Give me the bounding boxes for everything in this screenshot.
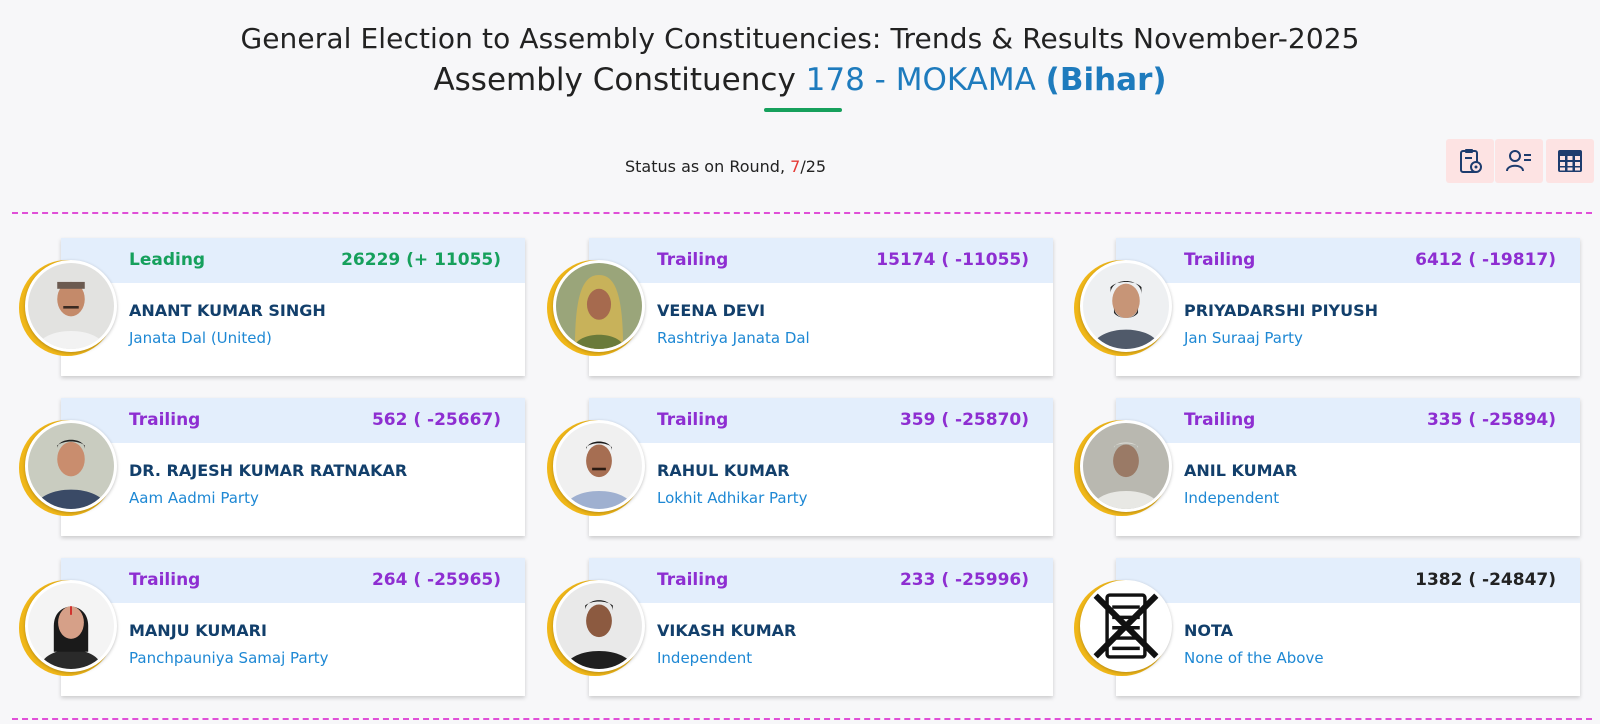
candidate-votes: 264 ( -25965) bbox=[371, 570, 501, 590]
card-body: Trailing 335 ( -25894) ANIL KUMAR Indepe… bbox=[1116, 398, 1580, 536]
candidate-party: Independent bbox=[657, 649, 753, 667]
candidate-photo bbox=[25, 260, 117, 352]
clipboard-settings-button[interactable] bbox=[1446, 139, 1494, 183]
card-body: Trailing 359 ( -25870) RAHUL KUMAR Lokhi… bbox=[589, 398, 1053, 536]
candidate-photo bbox=[25, 420, 117, 512]
candidate-name: MANJU KUMARI bbox=[129, 621, 267, 640]
card-body: Trailing 233 ( -25996) VIKASH KUMAR Inde… bbox=[589, 558, 1053, 696]
title-underline bbox=[764, 108, 842, 112]
candidate-photo bbox=[553, 260, 645, 352]
candidate-status: Trailing bbox=[657, 250, 729, 270]
candidate-name: ANIL KUMAR bbox=[1184, 461, 1298, 480]
candidate-name: DR. RAJESH KUMAR RATNAKAR bbox=[129, 461, 408, 480]
candidate-votes: 6412 ( -19817) bbox=[1415, 250, 1556, 270]
total-rounds: 25 bbox=[805, 157, 827, 176]
candidate-votes: 335 ( -25894) bbox=[1426, 410, 1556, 430]
candidate-votes: 15174 ( -11055) bbox=[876, 250, 1029, 270]
page-title: General Election to Assembly Constituenc… bbox=[240, 22, 1360, 55]
candidate-photo bbox=[553, 580, 645, 672]
nota-symbol-icon bbox=[1080, 580, 1172, 672]
round-status-label: Status as on Round, bbox=[625, 157, 786, 176]
candidate-card[interactable]: Leading 26229 (+ 11055) ANANT KUMAR SING… bbox=[19, 238, 525, 376]
candidate-party: Panchpauniya Samaj Party bbox=[129, 649, 329, 667]
card-body: Trailing 562 ( -25667) DR. RAJESH KUMAR … bbox=[61, 398, 525, 536]
table-view-button[interactable] bbox=[1546, 139, 1594, 183]
candidate-votes: 26229 (+ 11055) bbox=[341, 250, 501, 270]
candidate-card[interactable]: Trailing 359 ( -25870) RAHUL KUMAR Lokhi… bbox=[547, 398, 1053, 536]
candidate-votes: 233 ( -25996) bbox=[899, 570, 1029, 590]
divider-bottom bbox=[12, 718, 1592, 720]
candidate-name: PRIYADARSHI PIYUSH bbox=[1184, 301, 1379, 320]
card-body: Trailing 264 ( -25965) MANJU KUMARI Panc… bbox=[61, 558, 525, 696]
candidate-photo bbox=[1080, 260, 1172, 352]
candidate-party: Rashtriya Janata Dal bbox=[657, 329, 810, 347]
constituency-number-name: 178 - MOKAMA bbox=[805, 62, 1036, 98]
candidate-status: Leading bbox=[129, 250, 206, 270]
candidate-name: VIKASH KUMAR bbox=[657, 621, 797, 640]
candidate-status: Trailing bbox=[129, 410, 201, 430]
candidate-card[interactable]: Trailing 233 ( -25996) VIKASH KUMAR Inde… bbox=[547, 558, 1053, 696]
clipboard-settings-icon bbox=[1460, 149, 1482, 173]
candidate-name: VEENA DEVI bbox=[657, 301, 766, 320]
card-body: 1382 ( -24847) NOTA None of the Above bbox=[1116, 558, 1580, 696]
candidate-party: Janata Dal (United) bbox=[129, 329, 272, 347]
candidate-status: Trailing bbox=[1184, 250, 1256, 270]
candidate-name: ANANT KUMAR SINGH bbox=[129, 301, 326, 320]
candidate-votes: 562 ( -25667) bbox=[371, 410, 501, 430]
candidate-photo bbox=[1080, 420, 1172, 512]
current-round: 7 bbox=[790, 157, 801, 176]
candidate-status: Trailing bbox=[129, 570, 201, 590]
candidate-votes: 1382 ( -24847) bbox=[1415, 570, 1556, 590]
candidate-party: None of the Above bbox=[1184, 649, 1324, 667]
candidate-card[interactable]: Trailing 562 ( -25667) DR. RAJESH KUMAR … bbox=[19, 398, 525, 536]
table-grid-icon bbox=[1558, 150, 1582, 172]
candidate-card-nota[interactable]: 1382 ( -24847) NOTA None of the Above bbox=[1074, 558, 1580, 696]
candidate-name: RAHUL KUMAR bbox=[657, 461, 790, 480]
candidate-party: Independent bbox=[1184, 489, 1280, 507]
constituency-title: Assembly Constituency 178 - MOKAMA (Biha… bbox=[0, 62, 1600, 98]
candidate-photo bbox=[25, 580, 117, 672]
divider-top bbox=[12, 212, 1592, 214]
candidate-status: Trailing bbox=[657, 570, 729, 590]
user-list-button[interactable] bbox=[1495, 139, 1543, 183]
card-body: Trailing 15174 ( -11055) VEENA DEVI Rash… bbox=[589, 238, 1053, 376]
candidate-card[interactable]: Trailing 6412 ( -19817) PRIYADARSHI PIYU… bbox=[1074, 238, 1580, 376]
candidate-card[interactable]: Trailing 15174 ( -11055) VEENA DEVI Rash… bbox=[547, 238, 1053, 376]
candidate-party: Aam Aadmi Party bbox=[129, 489, 259, 507]
user-list-icon bbox=[1506, 150, 1531, 172]
candidate-votes: 359 ( -25870) bbox=[899, 410, 1029, 430]
state-name: (Bihar) bbox=[1045, 62, 1167, 98]
candidate-card[interactable]: Trailing 335 ( -25894) ANIL KUMAR Indepe… bbox=[1074, 398, 1580, 536]
card-body: Leading 26229 (+ 11055) ANANT KUMAR SING… bbox=[61, 238, 525, 376]
constituency-prefix: Assembly Constituency bbox=[433, 62, 796, 98]
round-status: Status as on Round, 7/25 bbox=[625, 157, 826, 176]
card-body: Trailing 6412 ( -19817) PRIYADARSHI PIYU… bbox=[1116, 238, 1580, 376]
candidate-party: Lokhit Adhikar Party bbox=[657, 489, 808, 507]
candidate-party: Jan Suraaj Party bbox=[1184, 329, 1303, 347]
candidate-status: Trailing bbox=[1184, 410, 1256, 430]
candidate-name: NOTA bbox=[1184, 621, 1234, 640]
candidate-photo bbox=[553, 420, 645, 512]
candidate-card[interactable]: Trailing 264 ( -25965) MANJU KUMARI Panc… bbox=[19, 558, 525, 696]
candidate-status: Trailing bbox=[657, 410, 729, 430]
